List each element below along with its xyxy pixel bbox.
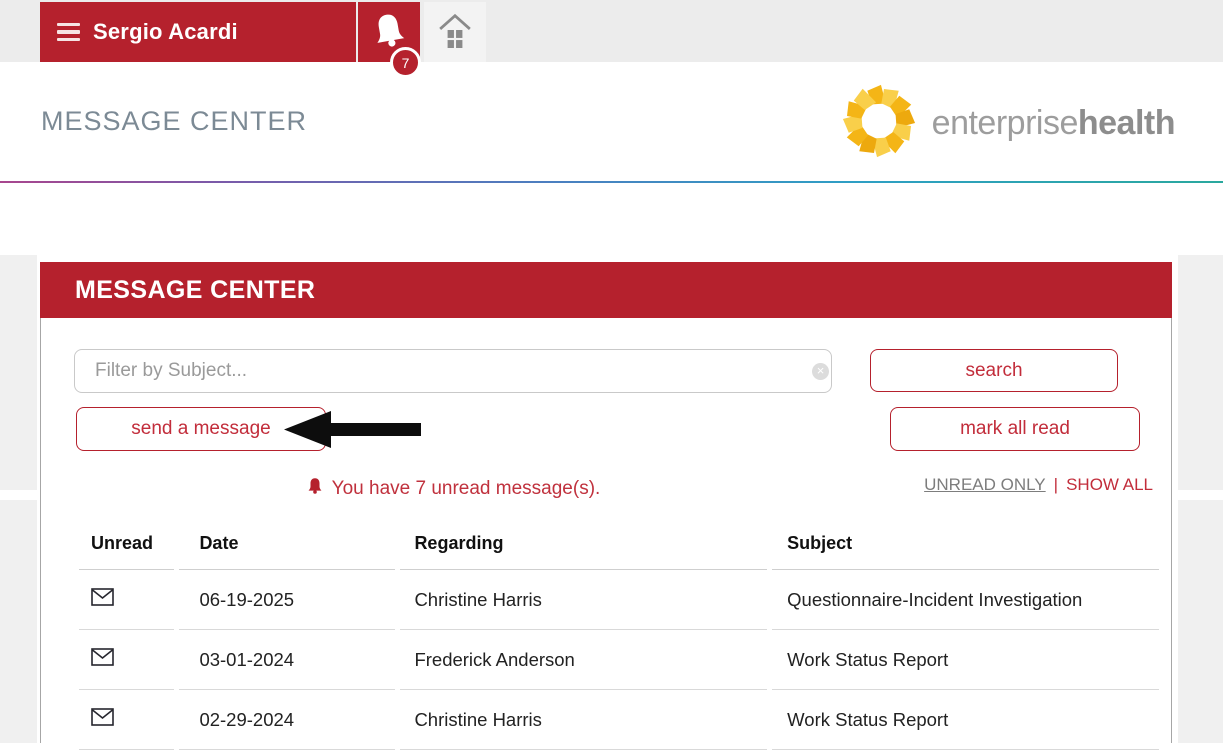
regarding-cell[interactable]: Frederick Anderson — [400, 630, 767, 690]
annotation-arrow-left-icon — [284, 411, 421, 453]
page-title: MESSAGE CENTER — [41, 106, 307, 137]
unread-only-link[interactable]: UNREAD ONLY — [924, 475, 1046, 495]
gradient-divider — [0, 181, 1223, 183]
subject-cell[interactable]: Questionnaire-Incident Investigation — [772, 570, 1159, 630]
regarding-cell[interactable]: Christine Harris — [400, 690, 767, 750]
section-title: MESSAGE CENTER — [75, 276, 315, 305]
notice-bell-icon — [306, 476, 324, 501]
unread-notice-text: You have 7 unread message(s). — [332, 478, 601, 500]
clear-filter-icon[interactable]: × — [812, 363, 829, 380]
search-button[interactable]: search — [870, 349, 1118, 392]
unread-cell[interactable] — [79, 630, 174, 690]
show-all-link[interactable]: SHOW ALL — [1066, 475, 1153, 495]
enterprise-health-logo: enterprisehealth — [840, 82, 1175, 165]
page-header: MESSAGE CENTER enterprisehealth — [0, 62, 1223, 181]
sunflower-icon — [840, 82, 918, 165]
envelope-icon — [91, 589, 114, 610]
message-row[interactable]: 03-01-2024 Frederick Anderson Work Statu… — [79, 630, 1159, 690]
date-cell[interactable]: 03-01-2024 — [179, 630, 395, 690]
user-menu-button[interactable]: Sergio Acardi — [40, 2, 356, 62]
background-strip — [0, 500, 37, 743]
home-button[interactable] — [424, 2, 486, 62]
section-banner: MESSAGE CENTER — [40, 262, 1172, 318]
table-header-row: Unread Date Regarding Subject — [79, 518, 1159, 570]
logo-wordmark: enterprisehealth — [932, 104, 1175, 143]
subject-cell[interactable]: Work Status Report — [772, 630, 1159, 690]
notification-count-badge: 7 — [390, 47, 421, 78]
envelope-icon — [91, 649, 114, 670]
message-row[interactable]: 06-19-2025 Christine Harris Questionnair… — [79, 570, 1159, 630]
home-icon — [437, 12, 473, 53]
subject-cell[interactable]: Work Status Report — [772, 690, 1159, 750]
regarding-cell[interactable]: Christine Harris — [400, 570, 767, 630]
message-row[interactable]: 02-29-2024 Christine Harris Work Status … — [79, 690, 1159, 750]
background-strip — [1178, 255, 1223, 490]
date-cell[interactable]: 02-29-2024 — [179, 690, 395, 750]
col-header-regarding: Regarding — [400, 518, 767, 570]
top-bar: Sergio Acardi — [0, 0, 1223, 62]
link-separator: | — [1054, 475, 1058, 495]
user-name: Sergio Acardi — [93, 19, 238, 45]
col-header-unread: Unread — [79, 518, 174, 570]
col-header-subject: Subject — [772, 518, 1159, 570]
view-filter-links: UNREAD ONLY | SHOW ALL — [924, 475, 1153, 495]
unread-notice: You have 7 unread message(s). — [74, 476, 832, 501]
mark-all-read-button[interactable]: mark all read — [890, 407, 1140, 451]
envelope-icon — [91, 709, 114, 730]
date-cell[interactable]: 06-19-2025 — [179, 570, 395, 630]
hamburger-icon[interactable] — [57, 23, 80, 42]
unread-cell[interactable] — [79, 690, 174, 750]
filter-subject-input[interactable] — [74, 349, 832, 393]
unread-cell[interactable] — [79, 570, 174, 630]
background-strip — [1178, 500, 1223, 743]
background-strip — [0, 255, 37, 490]
col-header-date: Date — [179, 518, 395, 570]
message-center-card: × search send a message mark all read Yo… — [40, 318, 1172, 743]
table-body: 06-19-2025 Christine Harris Questionnair… — [79, 570, 1159, 750]
messages-table: Unread Date Regarding Subject 06-19-2025… — [74, 518, 1164, 750]
